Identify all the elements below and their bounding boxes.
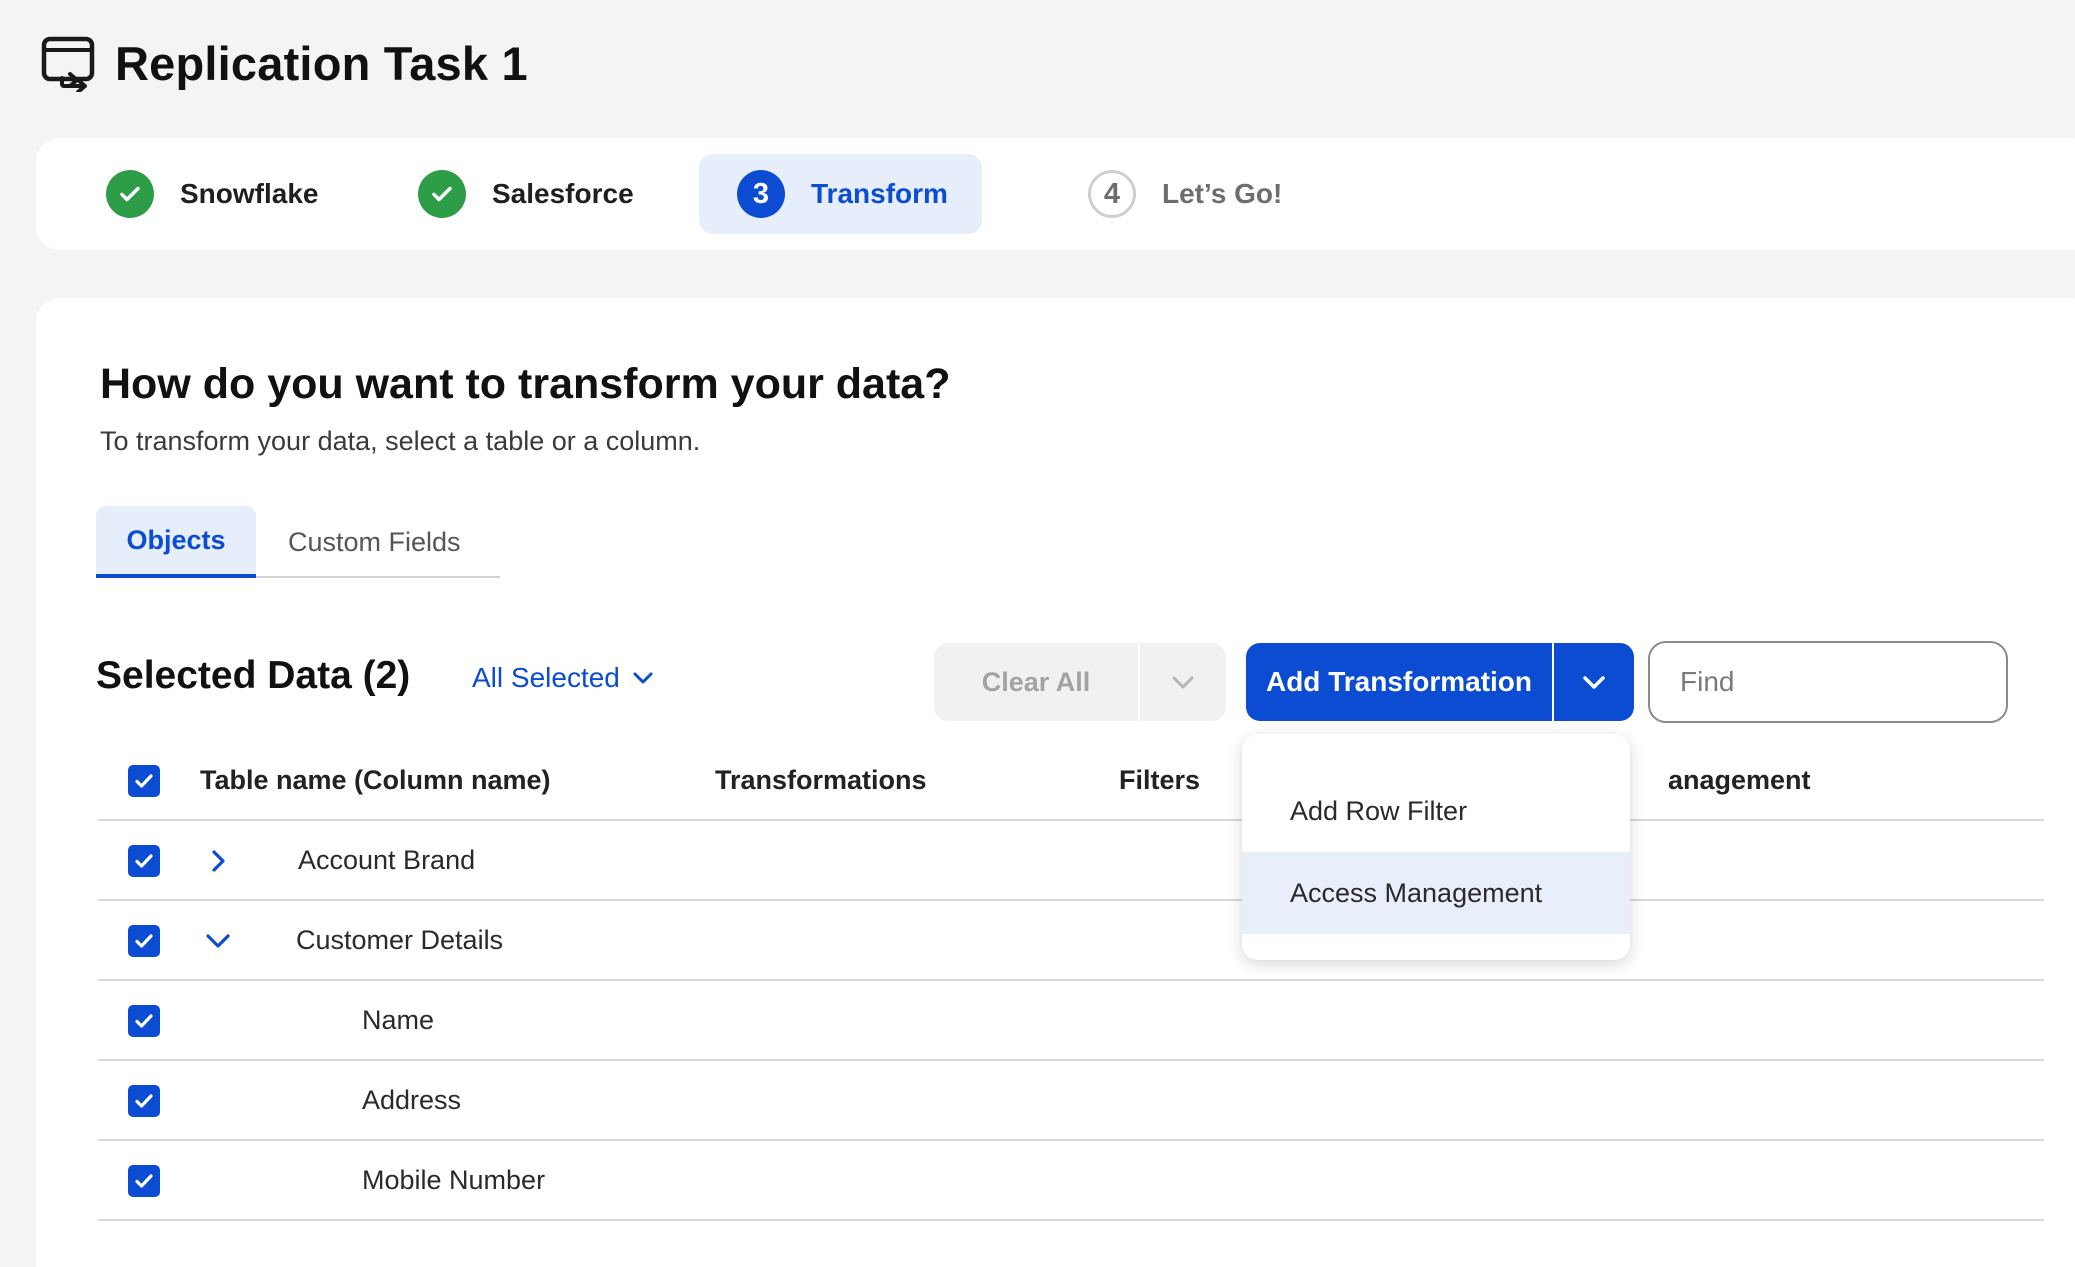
transform-card: How do you want to transform your data? …	[36, 298, 2075, 1267]
check-icon	[418, 170, 466, 218]
menu-item-add-row-filter[interactable]: Add Row Filter	[1242, 770, 1630, 852]
step-lets-go[interactable]: 4 Let’s Go!	[1018, 154, 1378, 234]
selected-data-table: Table name (Column name) Transformations…	[98, 741, 2044, 1221]
checkmark-icon	[135, 1094, 153, 1108]
row-checkbox[interactable]	[128, 925, 160, 957]
chevron-down-icon	[633, 672, 653, 684]
table-row[interactable]: Account Brand	[98, 821, 2044, 901]
all-selected-dropdown[interactable]: All Selected	[472, 662, 656, 694]
checkmark-icon	[135, 1174, 153, 1188]
row-name: Account Brand	[298, 845, 476, 875]
step-label: Salesforce	[492, 178, 634, 209]
select-all-checkbox[interactable]	[128, 765, 160, 797]
column-header-access-management[interactable]: anagement	[1668, 765, 1811, 796]
checkmark-icon	[135, 854, 153, 868]
table-row[interactable]: Name	[98, 981, 2044, 1061]
chevron-down-icon	[1172, 676, 1194, 689]
section-subtitle: To transform your data, select a table o…	[100, 426, 701, 456]
stepper: Snowflake Salesforce 3 Transform 4 Let’s…	[36, 138, 2075, 250]
column-header-filters[interactable]: Filters	[1119, 765, 1200, 796]
page-header: Replication Task 1	[40, 34, 528, 92]
row-name: Address	[362, 1085, 462, 1115]
add-transformation-split-button: Add Transformation	[1246, 643, 1634, 721]
page-title: Replication Task 1	[115, 36, 528, 90]
row-name: Mobile Number	[362, 1165, 546, 1195]
clear-all-dropdown-button[interactable]	[1138, 643, 1226, 721]
row-checkbox[interactable]	[128, 1005, 160, 1037]
step-number: 3	[737, 170, 785, 218]
table-row[interactable]: Mobile Number	[98, 1141, 2044, 1221]
add-transformation-button[interactable]: Add Transformation	[1246, 643, 1552, 721]
check-icon	[106, 170, 154, 218]
clear-all-split-button: Clear All	[934, 643, 1226, 721]
clear-all-button[interactable]: Clear All	[934, 643, 1138, 721]
checkmark-icon	[135, 934, 153, 948]
step-salesforce[interactable]: Salesforce	[348, 154, 708, 234]
table-header-row: Table name (Column name) Transformations…	[98, 741, 2044, 821]
chevron-down-icon[interactable]	[202, 925, 234, 957]
add-transformation-dropdown-button[interactable]	[1552, 643, 1634, 721]
tab-custom-fields[interactable]: Custom Fields	[288, 506, 461, 578]
step-transform[interactable]: 3 Transform	[699, 154, 982, 234]
step-label: Snowflake	[180, 178, 319, 209]
checkmark-icon	[135, 1014, 153, 1028]
row-name: Customer Details	[296, 925, 504, 955]
table-row[interactable]: Customer Details	[98, 901, 2044, 981]
row-name: Name	[362, 1005, 435, 1035]
row-checkbox[interactable]	[128, 1165, 160, 1197]
step-label: Let’s Go!	[1162, 178, 1283, 209]
selected-data-title: Selected Data (2)	[96, 654, 411, 697]
add-transformation-menu: Add Row Filter Access Management	[1242, 734, 1630, 960]
menu-item-access-management[interactable]: Access Management	[1242, 852, 1630, 934]
column-header-transformations[interactable]: Transformations	[715, 765, 927, 796]
row-checkbox[interactable]	[128, 845, 160, 877]
row-checkbox[interactable]	[128, 1085, 160, 1117]
chevron-right-icon[interactable]	[202, 845, 234, 877]
column-header-table-name[interactable]: Table name (Column name)	[200, 765, 551, 796]
tab-bar: Objects Custom Fields	[96, 506, 500, 578]
find-input[interactable]	[1680, 666, 2041, 698]
step-label: Transform	[811, 178, 948, 209]
step-snowflake[interactable]: Snowflake	[36, 154, 396, 234]
step-number: 4	[1088, 170, 1136, 218]
all-selected-label: All Selected	[472, 662, 620, 693]
section-title: How do you want to transform your data?	[100, 360, 951, 408]
table-row[interactable]: Address	[98, 1061, 2044, 1141]
checkmark-icon	[135, 774, 153, 788]
chevron-down-icon	[1583, 676, 1605, 689]
tab-objects[interactable]: Objects	[96, 506, 256, 578]
find-field	[1648, 641, 2041, 723]
replication-task-icon	[41, 36, 95, 92]
